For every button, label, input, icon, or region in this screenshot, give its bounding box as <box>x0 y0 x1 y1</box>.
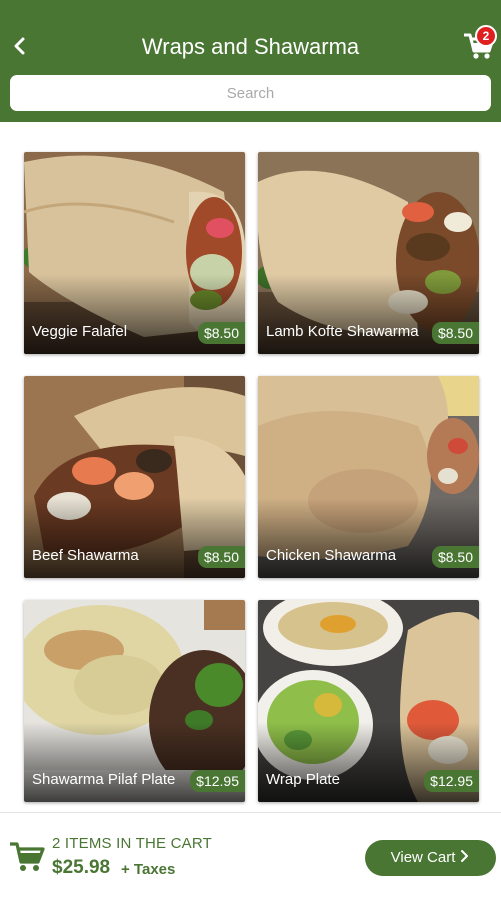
cart-item-count: 2 ITEMS IN THE CART <box>52 835 212 852</box>
view-cart-label: View Cart <box>390 849 456 866</box>
product-price: $8.50 <box>431 546 479 568</box>
page-title: Wraps and Shawarma <box>141 34 360 59</box>
product-card[interactable]: Shawarma Pilaf Plate $12.95 <box>24 600 245 802</box>
cart-footer: 2 ITEMS IN THE CART $25.98 + Taxes View … <box>0 812 501 900</box>
product-card[interactable]: Veggie Falafel $8.50 <box>24 152 245 354</box>
product-name: Lamb Kofte Shawarma <box>266 323 419 340</box>
product-name: Wrap Plate <box>266 771 340 788</box>
back-button[interactable] <box>6 30 34 62</box>
chevron-left-icon <box>14 37 25 55</box>
cart-icon <box>10 842 45 871</box>
product-card[interactable]: Chicken Shawarma $8.50 <box>258 376 479 578</box>
product-price: $8.50 <box>197 546 245 568</box>
product-price: $8.50 <box>431 322 479 344</box>
product-price: $8.50 <box>197 322 245 344</box>
cart-total: $25.98 <box>52 857 111 878</box>
chevron-right-icon <box>461 850 469 862</box>
product-card[interactable]: Wrap Plate $12.95 <box>258 600 479 802</box>
product-grid: Veggie Falafel $8.50 Lamb Kofte Shawarma… <box>0 122 501 812</box>
product-name: Veggie Falafel <box>32 323 128 340</box>
product-card[interactable]: Lamb Kofte Shawarma $8.50 <box>258 152 479 354</box>
view-cart-button[interactable]: View Cart <box>365 840 496 876</box>
app-header: Wraps and Shawarma 2 <box>0 0 501 122</box>
search-input[interactable] <box>10 75 491 111</box>
cart-count-badge: 2 <box>475 25 497 47</box>
taxes-label: + Taxes <box>121 861 176 878</box>
product-name: Beef Shawarma <box>32 547 139 564</box>
product-name: Chicken Shawarma <box>266 547 397 564</box>
product-name: Shawarma Pilaf Plate <box>32 771 176 788</box>
product-price: $12.95 <box>424 770 479 792</box>
product-price: $12.95 <box>190 770 245 792</box>
product-card[interactable]: Beef Shawarma $8.50 <box>24 376 245 578</box>
